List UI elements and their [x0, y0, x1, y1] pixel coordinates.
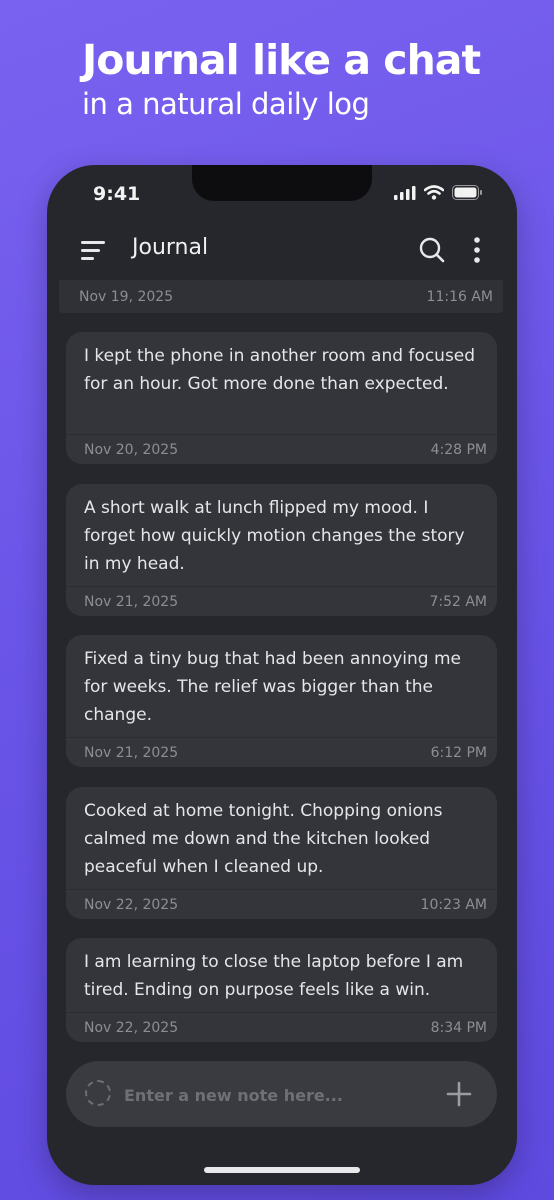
app-title: Journal — [132, 235, 209, 260]
entry-time: 11:16 AM — [426, 288, 493, 305]
promo-title: Journal like a chat — [82, 36, 481, 84]
entry-date: Nov 20, 2025 — [84, 441, 179, 458]
search-icon[interactable] — [418, 236, 446, 264]
home-indicator[interactable] — [204, 1167, 360, 1173]
journal-entry[interactable]: A short walk at lunch flipped my mood. I… — [66, 484, 497, 616]
phone-notch — [192, 165, 372, 201]
entry-date: Nov 21, 2025 — [84, 593, 179, 610]
entry-text: I am learning to close the laptop before… — [84, 952, 464, 1000]
wifi-icon — [424, 185, 444, 200]
cellular-signal-icon — [394, 185, 416, 200]
entry-date: Nov 19, 2025 — [79, 288, 174, 305]
journal-feed: Nov 19, 2025 11:16 AM I kept the phone i… — [47, 280, 517, 1050]
journal-entry[interactable]: Cooked at home tonight. Chopping onions … — [66, 787, 497, 919]
entry-time: 10:23 AM — [420, 896, 487, 913]
status-icons — [394, 185, 483, 200]
entry-text: A short walk at lunch flipped my mood. I… — [84, 498, 465, 574]
battery-icon — [452, 185, 482, 200]
entry-text: Fixed a tiny bug that had been annoying … — [84, 649, 462, 725]
status-time: 9:41 — [93, 183, 141, 205]
entry-text: Cooked at home tonight. Chopping onions … — [84, 801, 443, 877]
entry-meta: Nov 22, 2025 10:23 AM — [66, 889, 497, 919]
journal-entry[interactable]: I kept the phone in another room and foc… — [66, 332, 497, 464]
dashed-circle-icon[interactable] — [85, 1080, 111, 1106]
entry-meta: Nov 22, 2025 8:34 PM — [66, 1012, 497, 1042]
entry-date: Nov 21, 2025 — [84, 744, 179, 761]
entry-time: 6:12 PM — [430, 744, 487, 761]
note-composer — [66, 1061, 497, 1127]
entry-date: Nov 22, 2025 — [84, 896, 179, 913]
new-note-input[interactable] — [122, 1079, 426, 1111]
entry-meta: Nov 21, 2025 7:52 AM — [66, 586, 497, 616]
phone-frame: 9:41 Journal Nov 19, 2025 11:16 AM I kep… — [47, 165, 517, 1185]
entry-time: 7:52 AM — [429, 593, 487, 610]
promo-headline: Journal like a chat in a natural daily l… — [82, 36, 481, 124]
hamburger-menu-icon[interactable] — [81, 239, 107, 261]
entry-date: Nov 22, 2025 — [84, 1019, 179, 1036]
entry-time: 4:28 PM — [430, 441, 487, 458]
plus-icon[interactable] — [444, 1079, 474, 1109]
journal-entry[interactable]: Nov 19, 2025 11:16 AM — [59, 280, 503, 313]
entry-meta: Nov 20, 2025 4:28 PM — [66, 434, 497, 464]
entry-time: 8:34 PM — [430, 1019, 487, 1036]
more-vertical-icon[interactable] — [471, 236, 483, 264]
promo-subtitle: in a natural daily log — [82, 87, 370, 121]
entry-meta: Nov 21, 2025 6:12 PM — [66, 737, 497, 767]
app-bar: Journal — [47, 225, 517, 275]
entry-text: I kept the phone in another room and foc… — [84, 346, 476, 394]
entry-meta: Nov 19, 2025 11:16 AM — [59, 280, 503, 313]
journal-entry[interactable]: Fixed a tiny bug that had been annoying … — [66, 635, 497, 767]
journal-entry[interactable]: I am learning to close the laptop before… — [66, 938, 497, 1042]
